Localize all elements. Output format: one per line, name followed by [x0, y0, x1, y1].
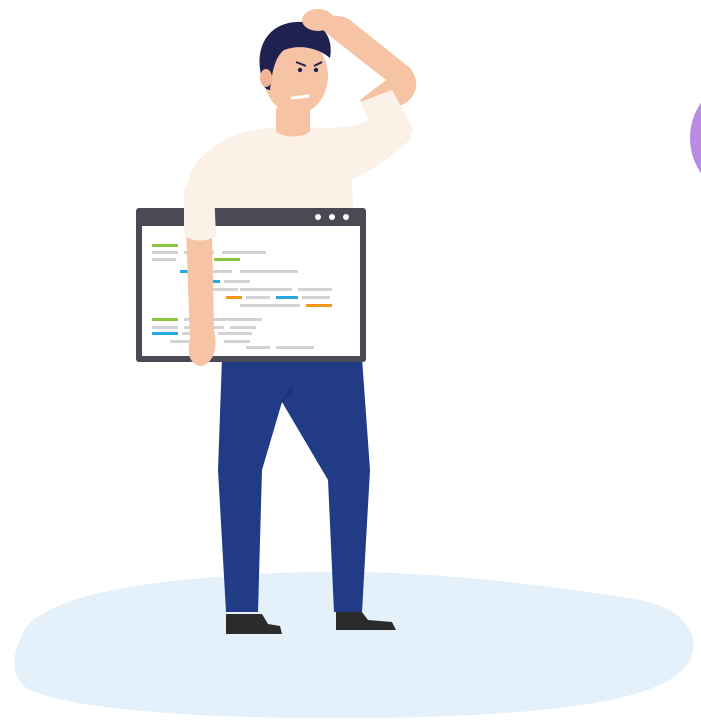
window-dot-icon [315, 214, 321, 220]
eye [297, 67, 303, 73]
code-window [136, 208, 366, 362]
holding-sleeve [184, 188, 216, 241]
accent-circle-decoration [690, 102, 701, 174]
head [259, 21, 331, 114]
illustration-canvas [0, 0, 701, 721]
mouth [290, 94, 310, 100]
window-dot-icon [343, 214, 349, 220]
confused-developer-illustration [14, 9, 701, 719]
window-dot-icon [329, 214, 335, 220]
hand-on-head [302, 9, 334, 31]
ear [260, 69, 272, 87]
eye [313, 67, 319, 73]
holding-arm [186, 230, 216, 366]
